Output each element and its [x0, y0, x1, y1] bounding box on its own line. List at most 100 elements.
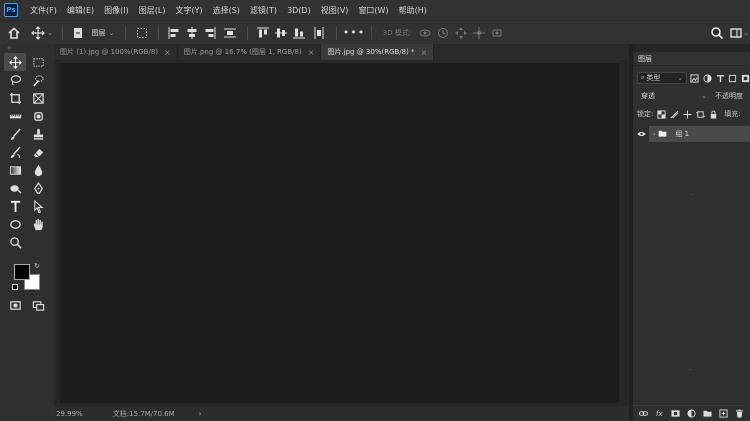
quick-selection-tool-icon[interactable] — [27, 71, 49, 89]
distribute-h-icon[interactable] — [219, 21, 241, 45]
path-selection-tool-icon[interactable] — [27, 197, 49, 215]
menu-edit[interactable]: 编辑(E) — [62, 5, 99, 16]
filter-shape-icon[interactable] — [728, 73, 738, 83]
layer-row[interactable]: › 组 1 — [633, 126, 750, 142]
link-layers-icon[interactable] — [638, 409, 648, 419]
gradient-tool-icon[interactable] — [4, 161, 26, 179]
screen-mode-icon[interactable] — [27, 296, 49, 314]
layer-style-fx-icon[interactable]: fx — [654, 409, 664, 419]
document-tab-label: 图片.png @ 16.7% (图层 1, RGB/8) — [183, 48, 302, 56]
folder-icon — [658, 130, 667, 139]
close-tab-icon[interactable]: × — [164, 48, 171, 57]
align-left-icon[interactable] — [165, 21, 183, 45]
close-tab-icon[interactable]: × — [421, 48, 428, 57]
blur-tool-icon[interactable] — [27, 161, 49, 179]
3d-pan-icon[interactable] — [452, 21, 470, 45]
delete-layer-icon[interactable] — [735, 409, 745, 419]
layer-filter-label: 类型 — [646, 74, 661, 82]
align-right-icon[interactable] — [201, 21, 219, 45]
layer-item[interactable]: › 组 1 — [649, 126, 750, 142]
more-options-icon[interactable]: ••• — [343, 21, 365, 45]
lock-artboard-icon[interactable] — [695, 109, 705, 119]
zoom-tool-icon[interactable] — [4, 233, 26, 251]
patch-tool-icon[interactable] — [27, 107, 49, 125]
collapse-toolbar-icon[interactable]: « — [0, 44, 54, 53]
menu-view[interactable]: 视图(V) — [316, 5, 354, 16]
lock-position-icon[interactable] — [682, 109, 692, 119]
distribute-v-icon[interactable] — [308, 21, 330, 45]
filter-pixel-icon[interactable] — [690, 73, 700, 83]
align-middle-v-icon[interactable] — [272, 21, 290, 45]
document-tab[interactable]: 图片 (1).jpg @ 100%(RGB/8) × — [54, 44, 178, 60]
workspace-icon[interactable]: ⌄ — [728, 21, 750, 45]
swap-colors-icon[interactable]: ↻ — [34, 262, 40, 270]
lock-image-icon[interactable] — [669, 109, 679, 119]
status-menu-arrow-icon[interactable]: › — [199, 410, 202, 418]
layer-filter-dropdown[interactable]: ⌕ 类型 ⌄ — [637, 72, 688, 84]
move-tool-icon[interactable] — [4, 53, 26, 71]
move-tool-preset-icon[interactable]: ⌄ — [28, 21, 56, 45]
ruler-tool-icon[interactable] — [4, 107, 26, 125]
align-top-icon[interactable] — [254, 21, 272, 45]
ellipse-tool-icon[interactable] — [4, 215, 26, 233]
quick-mask-icon[interactable] — [4, 296, 26, 314]
menu-layer[interactable]: 图层(L) — [134, 5, 171, 16]
brush-tool-icon[interactable] — [4, 125, 26, 143]
search-icon[interactable] — [706, 21, 728, 45]
clone-stamp-tool-icon[interactable] — [27, 125, 49, 143]
blend-mode-dropdown[interactable]: 穿透 ⌄ — [637, 90, 711, 102]
menu-type[interactable]: 文字(Y) — [170, 5, 207, 16]
crop-tool-icon[interactable] — [4, 89, 26, 107]
document-tab[interactable]: 图片.png @ 16.7% (图层 1, RGB/8) × — [178, 44, 322, 60]
menu-select[interactable]: 选择(S) — [208, 5, 245, 16]
filter-smart-object-icon[interactable] — [740, 73, 750, 83]
menu-window[interactable]: 窗口(W) — [353, 5, 393, 16]
lasso-tool-icon[interactable] — [4, 71, 26, 89]
tab-layers[interactable]: 图层 — [633, 52, 750, 66]
document-canvas[interactable] — [60, 63, 619, 403]
3d-roll-icon[interactable] — [434, 21, 452, 45]
dodge-tool-icon[interactable] — [4, 179, 26, 197]
document-tab-active[interactable]: 图片.jpg @ 30%(RGB/8) * × — [321, 44, 435, 60]
expand-group-icon[interactable]: › — [653, 131, 655, 138]
hand-tool-icon[interactable] — [27, 215, 49, 233]
menu-help[interactable]: 帮助(H) — [394, 5, 432, 16]
align-bottom-icon[interactable] — [290, 21, 308, 45]
3d-slide-icon[interactable] — [470, 21, 488, 45]
auto-select-icon[interactable] — [69, 21, 87, 45]
foreground-color-swatch[interactable] — [14, 264, 30, 280]
lock-row: 锁定: 填充: — [633, 105, 750, 123]
layer-select-dropdown[interactable]: 图层 ⌄ — [87, 21, 119, 45]
history-brush-tool-icon[interactable] — [4, 143, 26, 161]
menu-file[interactable]: 文件(F) — [25, 5, 62, 16]
menu-3d[interactable]: 3D(D) — [282, 6, 316, 15]
home-icon[interactable] — [0, 21, 28, 45]
marquee-tool-icon[interactable] — [27, 53, 49, 71]
transform-controls-icon[interactable] — [132, 21, 152, 45]
eraser-tool-icon[interactable] — [27, 143, 49, 161]
align-center-h-icon[interactable] — [183, 21, 201, 45]
document-tabs: 图片 (1).jpg @ 100%(RGB/8) × 图片.png @ 16.7… — [54, 44, 629, 60]
3d-orbit-icon[interactable] — [416, 21, 434, 45]
default-colors-icon[interactable] — [12, 284, 18, 290]
lock-transparent-icon[interactable] — [656, 109, 666, 119]
add-mask-icon[interactable] — [670, 409, 680, 419]
new-group-folder-icon[interactable] — [703, 409, 713, 419]
layers-panel: 图层 ⌕ 类型 ⌄ 穿透 ⌄ 不透明度 锁定: 填充: › 组 1 fx — [633, 44, 750, 421]
menu-image[interactable]: 图像(I) — [99, 5, 134, 16]
frame-tool-icon[interactable] — [27, 89, 49, 107]
zoom-level[interactable]: 29.99% — [56, 410, 83, 418]
lock-all-icon[interactable] — [708, 109, 718, 119]
type-tool-icon[interactable] — [4, 197, 26, 215]
menu-filter[interactable]: 滤镜(T) — [245, 5, 282, 16]
filter-type-icon[interactable] — [715, 73, 725, 83]
adjustment-layer-icon[interactable] — [686, 409, 696, 419]
layer-filter-row: ⌕ 类型 ⌄ — [633, 69, 750, 87]
pen-tool-icon[interactable] — [27, 179, 49, 197]
visibility-eye-icon[interactable] — [633, 131, 649, 137]
close-tab-icon[interactable]: × — [308, 48, 315, 57]
3d-scale-icon[interactable] — [488, 21, 506, 45]
filter-adjustment-icon[interactable] — [703, 73, 713, 83]
photoshop-logo-icon[interactable]: Ps — [4, 3, 18, 17]
new-layer-icon[interactable] — [719, 409, 729, 419]
